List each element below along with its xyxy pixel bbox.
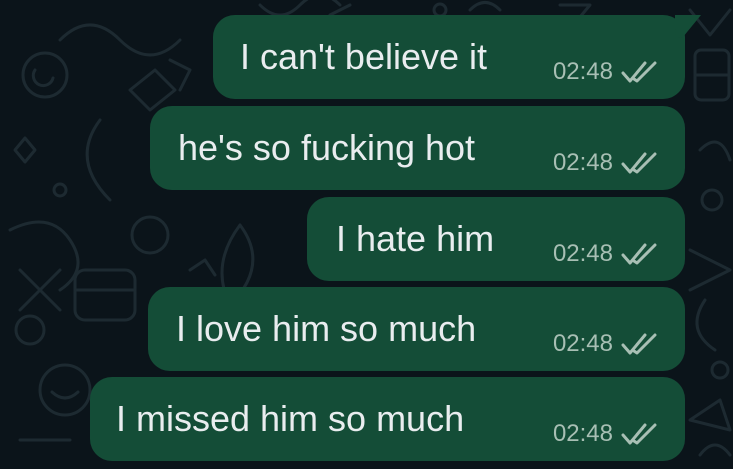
outgoing-message[interactable]: I missed him so much 02:48	[90, 377, 685, 461]
message-time: 02:48	[552, 149, 613, 176]
message-time: 02:48	[552, 420, 613, 447]
outgoing-message[interactable]: he's so fucking hot 02:48	[150, 106, 685, 190]
message-text: I missed him so much	[116, 398, 465, 439]
message-meta: 02:48	[553, 239, 659, 269]
double-check-icon	[621, 333, 657, 355]
message-time: 02:48	[552, 330, 613, 357]
message-meta: 02:48	[553, 148, 659, 178]
double-check-icon	[621, 61, 657, 83]
outgoing-message[interactable]: I can't believe it 02:48	[213, 15, 701, 99]
outgoing-message[interactable]: I love him so much 02:48	[148, 287, 685, 371]
bubble-tail	[675, 15, 701, 38]
message-meta: 02:48	[553, 57, 659, 87]
outgoing-message[interactable]: I hate him 02:48	[307, 197, 685, 281]
message-meta: 02:48	[553, 419, 659, 449]
message-text: I hate him	[336, 218, 495, 259]
double-check-icon	[621, 243, 657, 265]
double-check-icon	[621, 423, 657, 445]
message-text: I love him so much	[176, 308, 477, 349]
message-meta: 02:48	[553, 329, 659, 359]
message-time: 02:48	[552, 58, 613, 85]
message-text: he's so fucking hot	[178, 127, 476, 168]
message-list: I can't believe it 02:48 he's so fucking…	[0, 0, 733, 469]
double-check-icon	[621, 152, 657, 174]
message-time: 02:48	[552, 240, 613, 267]
message-text: I can't believe it	[240, 36, 488, 77]
